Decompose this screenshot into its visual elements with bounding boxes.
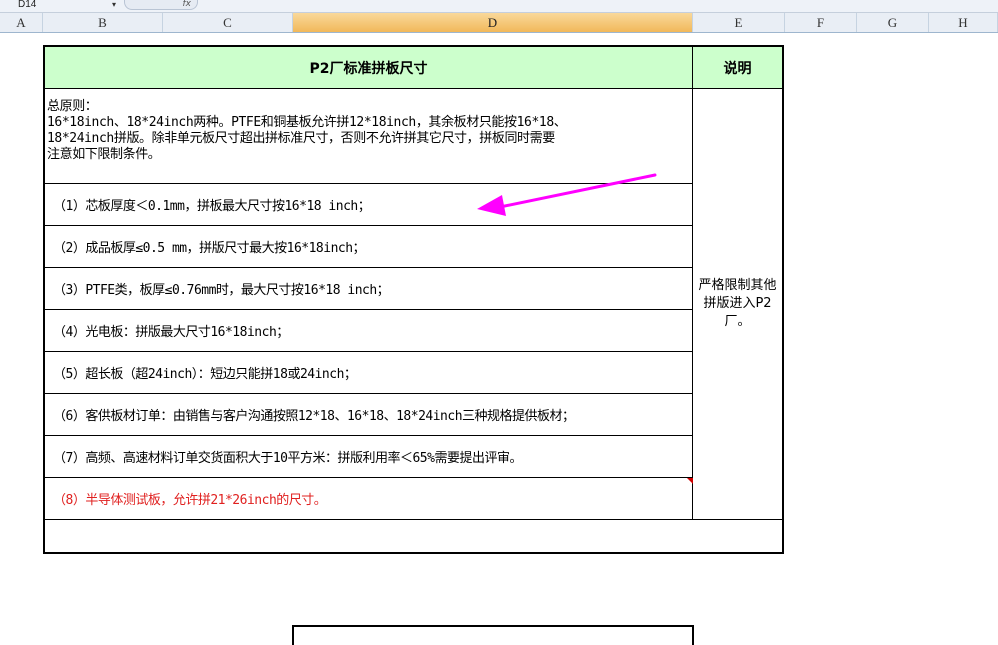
rule-row[interactable]: （7）高频、高速材料订单交货面积大于10平方米：拼版利用率＜65%需要提出评审。 <box>45 436 693 478</box>
rule-row[interactable]: （1）芯板厚度＜0.1mm，拼板最大尺寸按16*18 inch； <box>45 184 693 226</box>
rule-row[interactable]: （2）成品板厚≤0.5 mm，拼版尺寸最大按16*18inch； <box>45 226 693 268</box>
lower-table-edge <box>292 625 694 645</box>
rule-row[interactable]: （4）光电板：拼版最大尺寸16*18inch； <box>45 310 693 352</box>
formula-bar: D14 ▾ fx <box>0 0 998 13</box>
rule-row[interactable]: （3）PTFE类，板厚≤0.76mm时，最大尺寸按16*18 inch； <box>45 268 693 310</box>
principle-cell[interactable]: 总原则： 16*18inch、18*24inch两种。PTFE和铜基板允许拼12… <box>45 89 693 184</box>
rule-row[interactable]: （6）客供板材订单：由销售与客户沟通按照12*18、16*18、18*24inc… <box>45 394 693 436</box>
column-header-e[interactable]: E <box>693 13 785 32</box>
principle-line: 注意如下限制条件。 <box>47 147 161 162</box>
column-header-a[interactable]: A <box>0 13 43 32</box>
column-header-f[interactable]: F <box>785 13 857 32</box>
note-header-cell[interactable]: 说明 <box>693 47 782 89</box>
column-header-g[interactable]: G <box>857 13 929 32</box>
table-title-cell[interactable]: P2厂标准拼板尺寸 <box>45 47 693 89</box>
rule-row-highlighted[interactable]: （8）半导体测试板，允许拼21*26inch的尺寸。 <box>45 478 693 520</box>
principle-line: 16*18inch、18*24inch两种。PTFE和铜基板允许拼12*18in… <box>47 115 567 130</box>
panel-size-table: P2厂标准拼板尺寸 说明 总原则： 16*18inch、18*24inch两种。… <box>43 45 784 554</box>
sheet-grid[interactable]: P2厂标准拼板尺寸 说明 总原则： 16*18inch、18*24inch两种。… <box>0 33 998 645</box>
rule-row[interactable]: （5）超长板（超24inch）：短边只能拼18或24inch； <box>45 352 693 394</box>
column-header-d[interactable]: D <box>293 13 693 32</box>
principle-line: 18*24inch拼版。除非单元板尺寸超出拼标准尺寸，否则不允许拼其它尺寸，拼板… <box>47 131 555 146</box>
column-header-h[interactable]: H <box>929 13 998 32</box>
column-header-c[interactable]: C <box>163 13 293 32</box>
chevron-down-icon[interactable]: ▾ <box>112 0 116 10</box>
comment-indicator[interactable] <box>687 478 693 484</box>
note-cell[interactable]: 严格限制其他拼版进入P2厂。 <box>693 89 782 520</box>
column-header-row: A B C D E F G H <box>0 13 998 33</box>
name-box[interactable]: D14 <box>0 0 138 10</box>
column-header-b[interactable]: B <box>43 13 163 32</box>
insert-function-button[interactable]: fx <box>124 0 198 10</box>
principle-line: 总原则： <box>47 99 98 114</box>
